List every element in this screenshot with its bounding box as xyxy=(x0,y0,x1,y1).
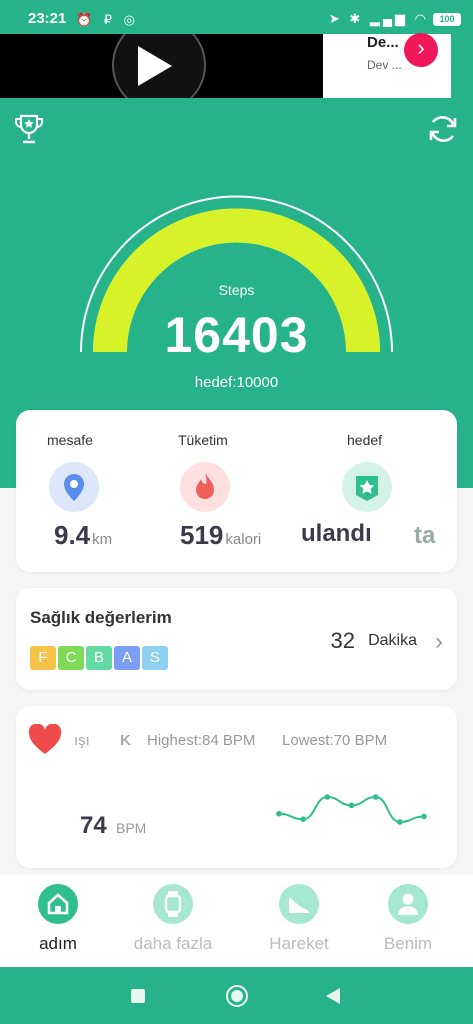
chevron-right-icon[interactable]: › xyxy=(435,628,443,656)
grade-f: F xyxy=(30,646,56,670)
sync-icon[interactable] xyxy=(426,112,460,146)
flame-icon xyxy=(180,462,230,512)
status-bar: 23:21 ⏰ ₽ ◎ ➤ ✱ ▂▄▆ ◠ 100 xyxy=(0,0,473,34)
nav-label-benim: Benim xyxy=(383,934,433,953)
status-time: 23:21 xyxy=(28,10,67,27)
home-icon xyxy=(38,884,78,924)
nav-item-hareket[interactable]: Hareket xyxy=(244,884,354,954)
hr-tab-partial[interactable]: ışı xyxy=(74,732,90,749)
system-nav-bar xyxy=(0,967,473,1024)
stat-label-consumption: Tüketim xyxy=(178,432,228,448)
stat-label-goal: hedef xyxy=(347,432,383,448)
home-button-icon[interactable] xyxy=(226,985,248,1007)
nav-item-daha-fazla[interactable]: daha fazla xyxy=(118,884,228,954)
stat-value-consumption: 519 xyxy=(180,520,224,550)
shoe-icon xyxy=(279,884,319,924)
hr-current-unit: BPM xyxy=(116,820,147,836)
duration-unit: Dakika xyxy=(368,632,417,649)
hr-current-value: 74 xyxy=(80,812,107,839)
heart-icon xyxy=(28,724,62,754)
stat-label-distance: mesafe xyxy=(47,432,93,448)
nav-label-daha-fazla: daha fazla xyxy=(133,934,213,953)
stat-value-goal: ulandı xyxy=(301,520,372,547)
user-icon xyxy=(388,884,428,924)
hr-highest: Highest:84 BPM xyxy=(147,732,255,749)
ad-arrow-button[interactable]: › xyxy=(404,33,438,67)
hr-trend-point xyxy=(421,813,427,820)
hr-trend-line xyxy=(276,794,427,825)
hr-highest-unit: BPM xyxy=(222,732,256,749)
hr-trend-point xyxy=(397,819,403,825)
recents-icon[interactable] xyxy=(131,989,145,1003)
stat-consumption: 519 kalori xyxy=(180,520,261,551)
hr-lowest: Lowest:70 BPM xyxy=(282,732,387,749)
hr-trend-point xyxy=(348,802,355,809)
hr-lowest-unit: BPM xyxy=(354,732,388,749)
hr-trend-point xyxy=(372,794,379,800)
grade-b: B xyxy=(86,646,112,670)
hr-trend-point xyxy=(300,816,306,823)
hr-lowest-value: Lowest:70 xyxy=(282,732,351,749)
steps-value: 16403 xyxy=(164,307,309,363)
hr-highest-value: Highest:84 xyxy=(147,732,219,749)
stat-goal: ulandı xyxy=(301,520,373,548)
hr-tab-partial-2[interactable]: K xyxy=(120,732,131,749)
stats-card: mesafe Tüketim hedef 9.4 km 519 kalori ula… xyxy=(16,410,457,572)
hr-trend-point xyxy=(276,810,282,817)
stat-unit-distance: km xyxy=(92,531,113,548)
location-pin-icon xyxy=(49,462,99,512)
nav-label-hareket: Hareket xyxy=(269,934,329,953)
grade-a: A xyxy=(114,646,140,670)
stat-distance: 9.4 km xyxy=(54,520,112,551)
grade-c: C xyxy=(58,646,84,670)
ad-video[interactable] xyxy=(0,34,323,98)
heart-rate-card[interactable]: ışı K Highest:84 BPM Lowest:70 BPM 74 BP… xyxy=(16,706,457,868)
stat-unit-goal: ta xyxy=(414,522,436,549)
grade-s: S xyxy=(142,646,168,670)
star-badge-icon xyxy=(342,462,392,512)
health-values-card[interactable]: Sağlık değerlerim F C B A S 32 Dakika › xyxy=(16,588,457,690)
notification-icons: ⏰ ₽ ◎ xyxy=(76,12,140,27)
steps-goal: hedef:10000 xyxy=(194,374,279,391)
hr-trend-point xyxy=(324,794,331,800)
ad-title: De... xyxy=(367,34,399,51)
back-icon[interactable] xyxy=(326,988,340,1004)
watch-icon xyxy=(153,884,193,924)
battery-icon: 100 xyxy=(433,13,461,26)
duration-value: 32 xyxy=(330,628,355,653)
stat-unit-consumption: kalori xyxy=(225,531,262,548)
play-icon[interactable] xyxy=(138,46,172,86)
nav-label-adim: adım xyxy=(39,934,77,953)
health-title: Sağlık değerlerim xyxy=(30,608,172,627)
steps-label: Steps xyxy=(218,282,255,298)
stat-value-distance: 9.4 xyxy=(54,520,91,550)
connectivity-icons: ➤ ✱ ▂▄▆ ◠ xyxy=(328,11,429,26)
nav-item-adim[interactable]: adım xyxy=(3,884,113,954)
bottom-nav: adım daha fazla Hareket Benim xyxy=(0,874,473,967)
trophy-icon[interactable] xyxy=(12,112,46,146)
nav-item-benim[interactable]: Benim xyxy=(353,884,463,954)
ad-subtitle: Dev ... xyxy=(367,58,402,72)
stat-goal-partial: ta xyxy=(414,522,435,550)
